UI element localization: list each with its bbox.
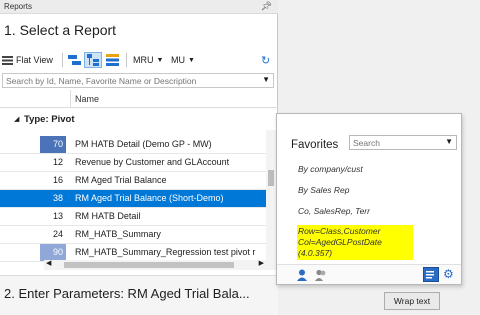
list-icon xyxy=(2,55,13,65)
grid-header: Name xyxy=(0,90,278,108)
report-row[interactable]: 12 Revenue by Customer and GLAccount xyxy=(0,154,266,172)
report-id: 13 xyxy=(52,211,63,221)
report-id: 12 xyxy=(52,157,63,167)
scroll-right-icon[interactable]: ▶ xyxy=(259,259,264,267)
vertical-scrollbar[interactable] xyxy=(266,130,276,270)
report-row[interactable]: 16 RM Aged Trial Balance xyxy=(0,172,266,190)
favorites-list-button[interactable] xyxy=(423,267,439,282)
scrollbar-thumb[interactable] xyxy=(64,262,234,268)
group-row[interactable]: ◢ Type: Pivot xyxy=(0,108,278,130)
favorites-search-input[interactable] xyxy=(350,136,440,149)
collapse-triangle-icon[interactable]: ◢ xyxy=(14,115,19,123)
mru-label: MRU xyxy=(133,55,154,65)
favorite-item[interactable]: Co, SalesRep, Terr xyxy=(298,206,370,216)
report-name: RM Aged Trial Balance (Short-Demo) xyxy=(75,193,224,203)
favorite-line: Row=Class,Customer xyxy=(298,226,381,236)
flat-view-label: Flat View xyxy=(16,55,53,65)
chevron-down-icon: ▼ xyxy=(156,56,164,64)
favorites-popup: Favorites ▼ By company/cust By Sales Rep… xyxy=(276,113,462,285)
favorites-title: Favorites xyxy=(291,139,339,151)
toolbar-separator xyxy=(62,53,63,67)
report-search-field[interactable]: ▼ xyxy=(2,73,274,88)
flat-view-button[interactable]: Flat View xyxy=(2,52,53,68)
favorite-line: (4.0.357) xyxy=(298,248,333,258)
scroll-left-icon[interactable]: ◀ xyxy=(46,259,51,267)
tree-view-button[interactable] xyxy=(84,52,102,68)
mu-label: MU xyxy=(171,55,185,65)
step2-heading: 2. Enter Parameters: RM Aged Trial Bala.… xyxy=(4,286,250,301)
gear-icon[interactable]: ⚙ xyxy=(443,267,454,281)
favorite-item-highlighted[interactable]: Row=Class,Customer Col=AgedGLPostDate (4… xyxy=(297,225,413,260)
report-row[interactable]: 70 PM HATB Detail (Demo GP - MW) xyxy=(0,136,266,154)
scrollbar-thumb[interactable] xyxy=(268,170,274,186)
category-view-button[interactable] xyxy=(106,52,119,68)
chevron-down-icon[interactable]: ▼ xyxy=(445,137,453,146)
report-row[interactable]: 38 RM Aged Trial Balance (Short-Demo) xyxy=(0,190,266,208)
mu-dropdown[interactable]: MU ▼ xyxy=(171,52,195,68)
favorite-item[interactable]: By Sales Rep xyxy=(298,185,350,195)
list-settings-icon xyxy=(426,271,434,279)
users-icon[interactable] xyxy=(315,269,327,281)
report-name: PM HATB Detail (Demo GP - MW) xyxy=(75,139,212,149)
tree-icon xyxy=(87,54,99,66)
category-icon xyxy=(106,54,119,66)
favorites-search-field[interactable]: ▼ xyxy=(349,135,457,150)
report-row[interactable]: 24 RM_HATB_Summary xyxy=(0,226,266,244)
report-search-input[interactable] xyxy=(3,74,253,87)
user-icon[interactable] xyxy=(297,269,307,281)
report-name: RM Aged Trial Balance xyxy=(75,175,167,185)
report-name: Revenue by Customer and GLAccount xyxy=(75,157,230,167)
step1-heading: 1. Select a Report xyxy=(4,22,117,38)
chevron-down-icon: ▼ xyxy=(188,56,195,64)
report-list: 70 PM HATB Detail (Demo GP - MW) 12 Revenue… xyxy=(0,136,266,262)
report-toolbar: Flat View MRU ▼ MU ▼ ↻ xyxy=(0,49,278,71)
favorite-item[interactable]: By company/cust xyxy=(298,164,363,174)
group-label: Type: Pivot xyxy=(24,114,75,125)
refresh-icon[interactable]: ↻ xyxy=(261,52,270,68)
column-divider xyxy=(70,90,71,108)
mru-dropdown[interactable]: MRU ▼ xyxy=(133,52,163,68)
chevron-down-icon[interactable]: ▼ xyxy=(262,75,270,84)
step2-header: 2. Enter Parameters: RM Aged Trial Bala.… xyxy=(0,275,278,315)
group-icon xyxy=(68,54,81,65)
report-name: RM_HATB_Summary xyxy=(75,229,161,239)
report-name: RM_HATB_Summary_Regression test pivot r xyxy=(75,247,256,257)
report-id: 38 xyxy=(52,193,63,203)
group-view-button[interactable] xyxy=(68,52,81,68)
report-id: 70 xyxy=(40,136,66,153)
favorites-footer: ⚙ xyxy=(277,264,461,284)
toolbar-separator xyxy=(126,53,127,67)
pane-titlebar: Reports 📌︎ xyxy=(0,0,278,14)
pane-title: Reports xyxy=(4,2,33,11)
name-column-header[interactable]: Name xyxy=(75,94,99,104)
horizontal-scrollbar[interactable]: ◀ ▶ xyxy=(44,260,266,270)
report-id: 24 xyxy=(52,229,63,239)
report-id: 16 xyxy=(52,175,63,185)
favorite-line: Col=AgedGLPostDate xyxy=(298,237,382,247)
report-id: 90 xyxy=(40,244,66,261)
report-name: RM HATB Detail xyxy=(75,211,141,221)
wrap-text-button[interactable]: Wrap text xyxy=(384,292,440,310)
reports-pane: Reports 📌︎ 1. Select a Report Flat View … xyxy=(0,0,278,315)
pin-icon[interactable]: 📌︎ xyxy=(261,1,272,12)
report-row[interactable]: 13 RM HATB Detail xyxy=(0,208,266,226)
